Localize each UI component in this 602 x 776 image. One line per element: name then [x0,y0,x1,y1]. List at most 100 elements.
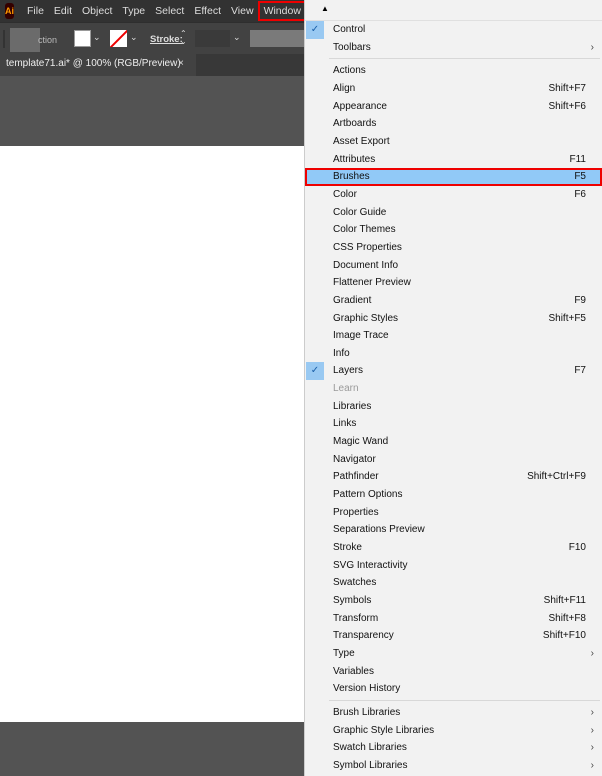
shortcut-label: Shift+F5 [548,312,586,324]
menu-effect[interactable]: Effect [189,2,226,20]
menu-item-align[interactable]: Align Shift+F7 [305,80,602,98]
menu-item-brushes[interactable]: Brushes F5 [305,168,602,186]
menu-item-label: Properties [333,506,379,518]
menu-item-links[interactable]: Links [305,415,602,433]
menu-item-attributes[interactable]: Attributes F11 [305,151,602,169]
stroke-weight-stepper[interactable]: ⌃ ⌄ [180,30,187,46]
menu-item-label: Stroke [333,542,362,554]
menu-item-type[interactable]: Type › [305,645,602,663]
menu-item-properties[interactable]: Properties [305,504,602,522]
menu-item-libraries[interactable]: Libraries [305,398,602,416]
menu-item-label: Swatches [333,577,377,589]
menu-window[interactable]: Window [257,1,307,21]
menu-item-separations-preview[interactable]: Separations Preview [305,521,602,539]
artboard[interactable] [0,146,304,722]
menu-edit[interactable]: Edit [49,2,77,20]
selection-label: ction [38,35,58,45]
menu-item-flattener-preview[interactable]: Flattener Preview [305,274,602,292]
shortcut-label: Shift+F10 [542,630,586,642]
menu-item-label: Variables [333,665,374,677]
menu-item-control[interactable]: ✓ Control [305,21,602,39]
menu-item-info[interactable]: Info [305,345,602,363]
menu-item-label: Symbols [333,595,372,606]
menu-item-graphic-styles[interactable]: Graphic Styles Shift+F5 [305,310,602,328]
illustrator-logo: Ai [5,3,14,19]
shortcut-label: Shift+Ctrl+F9 [527,471,586,483]
shortcut-label: F11 [569,153,587,165]
menu-item-label: Control [333,24,366,35]
menu-type[interactable]: Type [117,2,150,20]
shortcut-label: F5 [574,171,586,183]
shortcut-label: Shift+F6 [548,100,586,112]
document-tab[interactable]: template71.ai* @ 100% (RGB/Preview) × [0,54,196,76]
menu-item-navigator[interactable]: Navigator [305,451,602,469]
menu-item-actions[interactable]: Actions [305,62,602,80]
menu-item-label: Color Guide [333,206,387,218]
fill-swatch[interactable] [74,30,91,47]
menu-item-color-guide[interactable]: Color Guide [305,204,602,222]
menu-item-svg-interactivity[interactable]: SVG Interactivity [305,557,602,575]
stroke-label[interactable]: Stroke: [150,34,183,45]
menu-item-document-info[interactable]: Document Info [305,257,602,275]
menu-item-swatches[interactable]: Swatches [305,574,602,592]
submenu-chevron-icon: › [590,724,594,736]
menu-item-label: Transform [333,612,379,624]
menu-item-label: Navigator [333,453,376,465]
menu-item-transform[interactable]: Transform Shift+F8 [305,610,602,628]
menu-item-label: Type [333,647,355,659]
menu-item-label: Learn [333,383,359,395]
menu-item-variables[interactable]: Variables [305,663,602,681]
menu-item-label: Symbol Libraries [333,759,408,771]
menu-item-label: Pathfinder [333,471,379,483]
fill-dropdown-icon[interactable]: ⌄ [93,32,101,43]
menu-item-toolbars[interactable]: Toolbars › [305,39,602,57]
menu-item-label: Info [333,347,350,359]
menu-item-asset-export[interactable]: Asset Export [305,133,602,151]
menu-item-symbol-libraries[interactable]: Symbol Libraries › [305,757,602,775]
menu-item-css-properties[interactable]: CSS Properties [305,239,602,257]
menu-item-layers[interactable]: ✓ Layers F7 [305,362,602,381]
shortcut-label: Shift+F7 [548,82,586,94]
stroke-dropdown-icon[interactable]: ⌄ [130,32,138,43]
menu-item-gradient[interactable]: Gradient F9 [305,292,602,310]
submenu-chevron-icon: › [590,759,594,771]
menu-item-label: Brushes [333,171,370,183]
document-tab-title: template71.ai* @ 100% (RGB/Preview) [6,58,181,69]
menu-item-stroke[interactable]: Stroke F10 [305,539,602,557]
menu-item-transparency[interactable]: Transparency Shift+F10 [305,627,602,645]
menu-item-label: Actions [333,65,366,77]
menu-item-pattern-options[interactable]: Pattern Options [305,486,602,504]
submenu-chevron-icon: › [590,41,594,53]
menu-item-magic-wand[interactable]: Magic Wand [305,433,602,451]
menu-scroll-up[interactable]: ▲ [305,0,602,21]
stroke-weight-input[interactable] [195,30,230,47]
menu-view[interactable]: View [226,2,259,20]
menu-item-swatch-libraries[interactable]: Swatch Libraries › [305,739,602,757]
menu-item-image-trace[interactable]: Image Trace [305,327,602,345]
menu-item-graphic-style-libraries[interactable]: Graphic Style Libraries › [305,722,602,740]
menu-item-color-themes[interactable]: Color Themes [305,221,602,239]
stroke-swatch[interactable] [110,30,127,47]
menu-select[interactable]: Select [150,2,189,20]
menu-item-label: Magic Wand [333,436,389,448]
menu-item-label: Swatch Libraries [333,742,407,754]
menu-item-label: Version History [333,683,401,695]
shortcut-label: F9 [574,294,586,306]
menu-item-label: Flattener Preview [333,277,411,289]
menu-item-pathfinder[interactable]: Pathfinder Shift+Ctrl+F9 [305,468,602,486]
menu-item-artboards[interactable]: Artboards [305,115,602,133]
menu-item-version-history[interactable]: Version History [305,680,602,698]
menu-item-label: Graphic Style Libraries [333,724,435,736]
panel-grip[interactable] [3,30,5,48]
menu-item-label: Brush Libraries [333,706,401,718]
menu-item-symbols[interactable]: Symbols Shift+F11 [305,592,602,610]
stroke-weight-dropdown-icon[interactable]: ⌄ [233,32,241,43]
variable-width-profile[interactable] [250,30,304,47]
menu-file[interactable]: File [22,2,49,20]
menu-object[interactable]: Object [77,2,117,20]
menu-item-brush-libraries[interactable]: Brush Libraries › [305,704,602,722]
menu-item-appearance[interactable]: Appearance Shift+F6 [305,98,602,116]
close-tab-icon[interactable]: × [178,54,184,74]
scroll-up-arrow-icon[interactable]: ▲ [321,4,329,13]
menu-item-color[interactable]: Color F6 [305,186,602,204]
